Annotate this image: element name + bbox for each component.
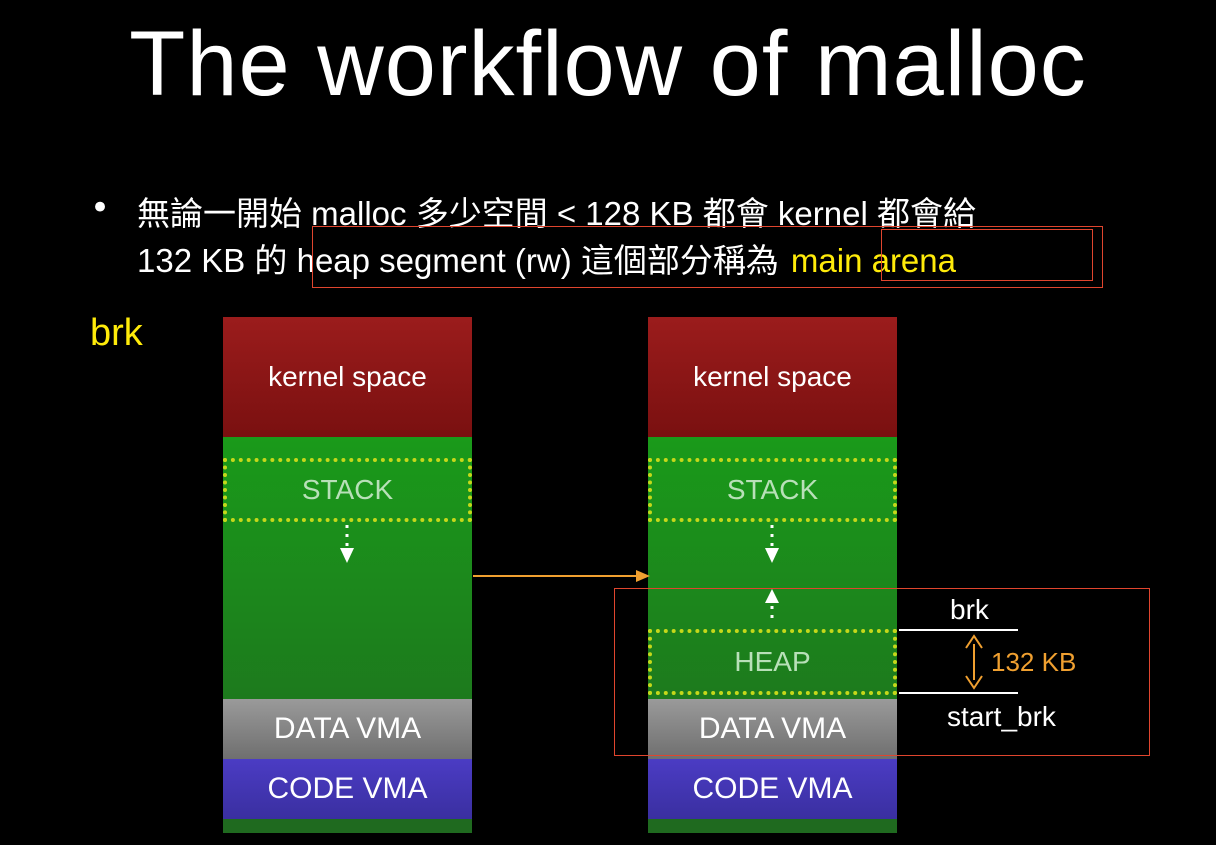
transition-arrow	[473, 570, 650, 582]
size-annotation: 132 KB	[991, 647, 1077, 677]
start-brk-annotation: start_brk	[947, 701, 1056, 732]
size-double-arrow	[965, 634, 983, 690]
heap-growth-arrow	[765, 589, 779, 622]
brk-annotation: brk	[950, 594, 989, 625]
stack-growth-arrow-right	[765, 525, 779, 563]
stack-growth-arrow-left	[340, 525, 354, 563]
